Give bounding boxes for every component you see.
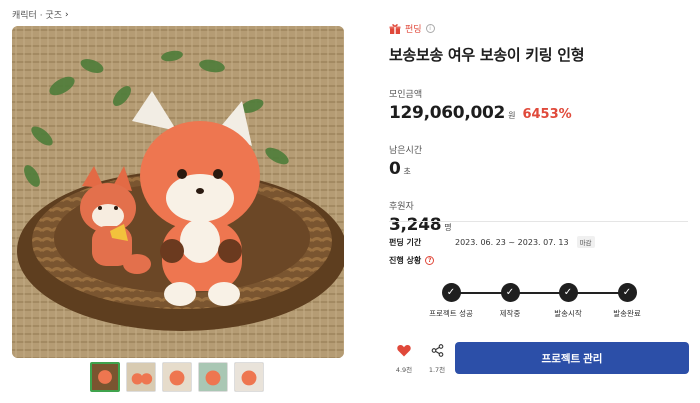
thumbnail-1[interactable] xyxy=(90,362,120,392)
funding-badge-label: 펀딩 xyxy=(405,25,422,35)
thumbnail-4[interactable] xyxy=(198,362,228,392)
amount-unit: 원 xyxy=(508,111,516,120)
like-count: 4.9천 xyxy=(395,366,413,374)
share-count: 1.7천 xyxy=(428,366,446,374)
amount-value: 129,060,002 xyxy=(389,103,506,123)
thumbnail-3[interactable] xyxy=(162,362,192,392)
time-left-label: 남은시간 xyxy=(389,146,423,156)
time-left-row: 0 초 xyxy=(389,159,689,179)
funding-period-value: 2023. 06. 23 ~ 2023. 07. 13 xyxy=(455,237,569,247)
backers-unit: 명 xyxy=(444,223,452,232)
step-label: 발송완료 xyxy=(613,309,641,318)
share-icon xyxy=(431,344,443,357)
chevron-right-icon: › xyxy=(64,9,69,20)
like-button[interactable]: 4.9천 xyxy=(389,342,419,374)
check-icon: ✓ xyxy=(558,283,578,302)
funding-period-label: 펀딩 기간 xyxy=(389,237,422,247)
breadcrumb[interactable]: 캐릭터 · 굿즈 › xyxy=(12,8,69,22)
share-button[interactable]: 1.7천 xyxy=(422,342,452,374)
time-left-value: 0 xyxy=(389,159,401,179)
funding-period: 펀딩 기간 2023. 06. 23 ~ 2023. 07. 13 마감 xyxy=(389,236,595,248)
amount-value-row: 129,060,002 원 6453% xyxy=(389,103,689,123)
progress-steps: ✓ 프로젝트 성공 ✓ 제작중 ✓ 발송시작 ✓ 발송완료 xyxy=(389,283,689,323)
heart-icon xyxy=(397,345,411,357)
closed-tag: 마감 xyxy=(576,236,595,248)
check-icon: ✓ xyxy=(441,283,461,302)
project-manage-button[interactable]: 프로젝트 관리 xyxy=(455,342,689,374)
gift-icon xyxy=(389,23,401,34)
step-shipping-complete: ✓ 발송완료 xyxy=(587,283,667,319)
thumbnail-2[interactable] xyxy=(126,362,156,392)
progress-status-label: 진행 상황 xyxy=(389,256,422,265)
product-main-image xyxy=(12,26,344,358)
action-bar: 4.9천 1.7천 프로젝트 관리 xyxy=(389,342,689,374)
check-icon: ✓ xyxy=(500,283,520,302)
progress-status: 진행 상황 ? xyxy=(389,255,435,266)
breadcrumb-text[interactable]: 캐릭터 · 굿즈 xyxy=(12,8,62,21)
info-icon[interactable]: i xyxy=(425,24,435,33)
thumbnail-strip xyxy=(90,362,264,392)
time-left-unit: 초 xyxy=(403,167,411,176)
alert-icon[interactable]: ? xyxy=(425,256,435,265)
divider xyxy=(389,221,688,222)
backers-row: 3,248 명 xyxy=(389,215,689,235)
funding-badge: 펀딩 i xyxy=(389,22,689,35)
thumbnail-5[interactable] xyxy=(234,362,264,392)
backers-label: 후원자 xyxy=(389,202,414,212)
backers-value: 3,248 xyxy=(389,215,442,235)
achievement-percent: 6453% xyxy=(522,107,572,122)
amount-label: 모인금액 xyxy=(389,90,423,100)
check-icon: ✓ xyxy=(617,283,637,302)
project-info-panel: 펀딩 i 보송보송 여우 보송이 키링 인형 모인금액 129,060,002 … xyxy=(389,22,689,235)
project-title: 보송보송 여우 보송이 키링 인형 xyxy=(389,46,585,64)
